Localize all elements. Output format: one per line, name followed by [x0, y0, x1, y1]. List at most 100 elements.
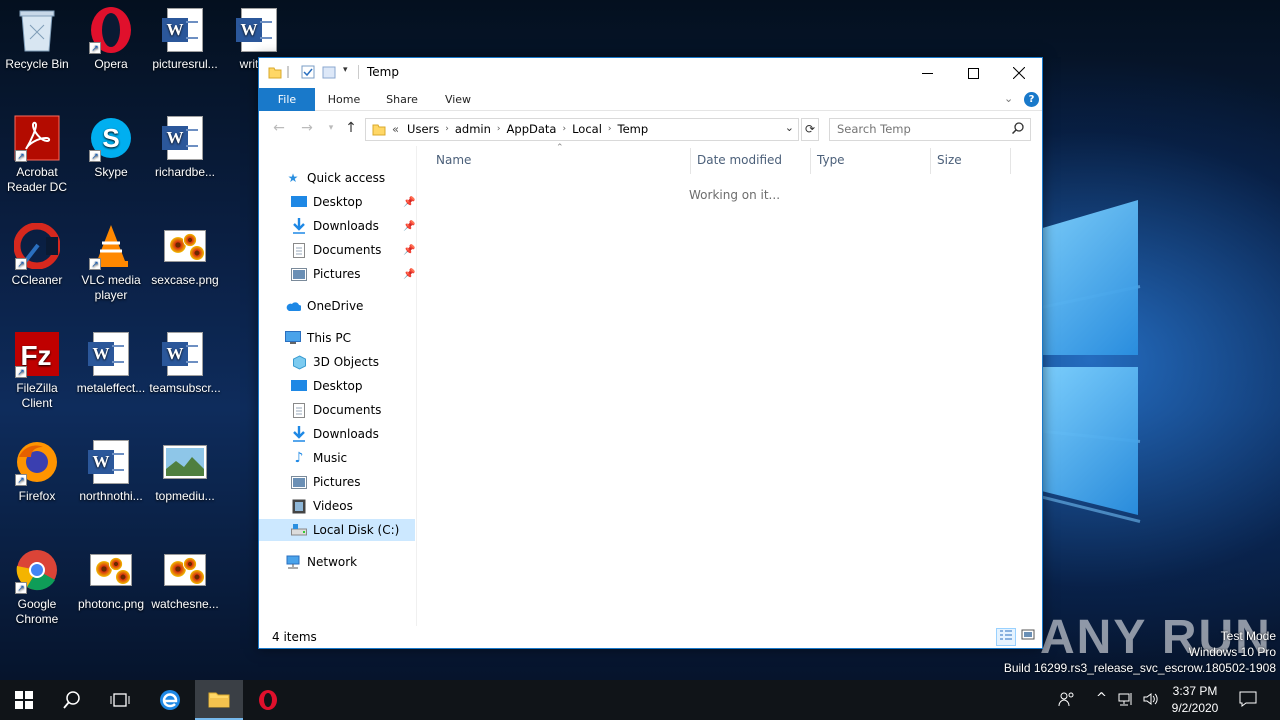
pin-icon[interactable]: 📌 [403, 245, 415, 256]
breadcrumb-users[interactable]: Users [407, 122, 439, 136]
column-divider[interactable] [690, 148, 691, 174]
chevron-right-icon[interactable]: › [497, 124, 501, 134]
nav-onedrive[interactable]: OneDrive [285, 295, 363, 317]
nav-local-disk[interactable]: Local Disk (C:) [259, 519, 415, 541]
back-button[interactable]: ← [271, 120, 287, 136]
chevron-right-icon[interactable]: › [445, 124, 449, 134]
desktop-icon-skype[interactable]: S ↗ Skype [74, 114, 148, 180]
tab-file[interactable]: File [259, 88, 315, 111]
breadcrumb-local[interactable]: Local [572, 122, 602, 136]
expand-ribbon-icon[interactable]: ⌄ [1004, 92, 1013, 105]
network-status-icon[interactable] [1118, 691, 1134, 711]
nav-label: Quick access [307, 171, 386, 185]
nav-desktop[interactable]: Desktop [291, 375, 363, 397]
nav-downloads[interactable]: Downloads [291, 423, 379, 445]
desktop-icon-ccleaner[interactable]: ↗ CCleaner [0, 222, 74, 288]
tab-view[interactable]: View [435, 88, 481, 111]
refresh-button[interactable]: ⟳ [801, 118, 819, 141]
acrobat-icon: ↗ [13, 114, 61, 162]
column-divider[interactable] [810, 148, 811, 174]
opera-icon [259, 690, 277, 710]
properties-icon[interactable] [301, 65, 315, 79]
chevron-right-icon[interactable]: › [562, 124, 566, 134]
help-icon[interactable]: ? [1024, 92, 1039, 107]
pin-icon[interactable]: 📌 [403, 269, 415, 280]
search-icon[interactable] [1011, 122, 1024, 137]
search-input[interactable] [837, 122, 1002, 136]
nav-label: Pictures [313, 267, 361, 281]
nav-3d-objects[interactable]: 3D Objects [291, 351, 379, 373]
close-button[interactable] [996, 58, 1042, 88]
column-divider[interactable] [930, 148, 931, 174]
desktop-icon-metaleffect[interactable]: Wmetaleffect... [74, 330, 148, 396]
nav-quick-documents[interactable]: Documents 📌 [291, 239, 415, 261]
network-icon [285, 554, 301, 570]
breadcrumb-overflow[interactable]: « [392, 122, 399, 136]
start-button[interactable] [0, 680, 48, 720]
nav-quick-downloads[interactable]: Downloads 📌 [291, 215, 415, 237]
desktop-icon-richardbe[interactable]: Wrichardbe... [148, 114, 222, 180]
address-dropdown-icon[interactable]: ⌄ [785, 121, 794, 134]
recent-locations-icon[interactable]: ▾ [323, 120, 339, 136]
nav-music[interactable]: ♪ Music [291, 447, 348, 469]
search-box[interactable] [829, 118, 1031, 141]
breadcrumb-admin[interactable]: admin [455, 122, 491, 136]
nav-quick-pictures[interactable]: Pictures 📌 [291, 263, 415, 285]
breadcrumb-appdata[interactable]: AppData [507, 122, 557, 136]
nav-this-pc[interactable]: This PC [285, 327, 351, 349]
edge-taskbar-button[interactable] [146, 680, 194, 720]
show-hidden-icons-chevron-icon[interactable]: ^ [1096, 691, 1107, 706]
desktop-icon-firefox[interactable]: ↗ Firefox [0, 438, 74, 504]
system-clock[interactable]: 3:37 PM 9/2/2020 [1162, 683, 1228, 717]
desktop-icon [291, 378, 307, 394]
nav-pictures[interactable]: Pictures [291, 471, 361, 493]
desktop-icon-recycle-bin[interactable]: Recycle Bin [0, 6, 74, 72]
up-button[interactable]: ↑ [343, 120, 359, 136]
column-size[interactable]: Size [937, 153, 962, 167]
desktop-icon-acrobat-reader-dc[interactable]: ↗ Acrobat Reader DC [0, 114, 74, 195]
column-divider[interactable] [1010, 148, 1011, 174]
column-name[interactable]: Name [436, 153, 471, 167]
people-icon[interactable] [1058, 691, 1076, 711]
nav-videos[interactable]: Videos [291, 495, 353, 517]
new-folder-icon[interactable] [322, 65, 336, 79]
explorer-taskbar-button[interactable] [195, 680, 243, 720]
column-type[interactable]: Type [817, 153, 845, 167]
maximize-button[interactable] [950, 58, 996, 88]
chevron-right-icon[interactable]: › [608, 124, 612, 134]
minimize-button[interactable] [904, 58, 950, 88]
quick-access-dropdown-icon[interactable]: ▾ [343, 65, 357, 79]
details-view-button[interactable] [996, 628, 1016, 646]
tab-share[interactable]: Share [379, 88, 425, 111]
desktop-icon-label: FileZilla Client [16, 381, 58, 410]
volume-icon[interactable] [1142, 691, 1158, 711]
search-button[interactable] [48, 680, 96, 720]
tab-home[interactable]: Home [321, 88, 367, 111]
desktop-icon-google-chrome[interactable]: ↗ Google Chrome [0, 546, 74, 627]
desktop-icon-watchesne[interactable]: watchesne... [148, 546, 222, 612]
address-bar[interactable]: « Users › admin › AppData › Local › Temp… [365, 118, 799, 141]
large-icons-view-button[interactable] [1018, 628, 1038, 646]
opera-taskbar-button[interactable] [244, 680, 292, 720]
title-bar[interactable]: ▾ Temp [259, 58, 1042, 88]
column-date-modified[interactable]: Date modified [697, 153, 782, 167]
task-view-button[interactable] [96, 680, 144, 720]
pin-icon[interactable]: 📌 [403, 197, 415, 208]
pin-icon[interactable]: 📌 [403, 221, 415, 232]
desktop-icon-northnothi[interactable]: Wnorthnothi... [74, 438, 148, 504]
nav-quick-desktop[interactable]: Desktop 📌 [291, 191, 415, 213]
nav-network[interactable]: Network [285, 551, 357, 573]
breadcrumb-temp[interactable]: Temp [618, 122, 649, 136]
forward-button[interactable]: → [299, 120, 315, 136]
desktop-icon-sexcase-png[interactable]: sexcase.png [148, 222, 222, 288]
desktop-icon-filezilla-client[interactable]: Fz ↗ FileZilla Client [0, 330, 74, 411]
action-center-icon[interactable] [1239, 691, 1257, 711]
nav-documents[interactable]: Documents [291, 399, 381, 421]
desktop-icon-vlc-media-player[interactable]: ↗ VLC media player [74, 222, 148, 303]
desktop-icon-picturesrul[interactable]: Wpicturesrul... [148, 6, 222, 72]
desktop-icon-photonc-png[interactable]: photonc.png [74, 546, 148, 612]
desktop-icon-opera[interactable]: ↗ Opera [74, 6, 148, 72]
desktop-icon-teamsubscr[interactable]: Wteamsubscr... [148, 330, 222, 396]
nav-quick-access[interactable]: ★ Quick access [285, 167, 386, 189]
desktop-icon-topmediu[interactable]: topmediu... [148, 438, 222, 504]
